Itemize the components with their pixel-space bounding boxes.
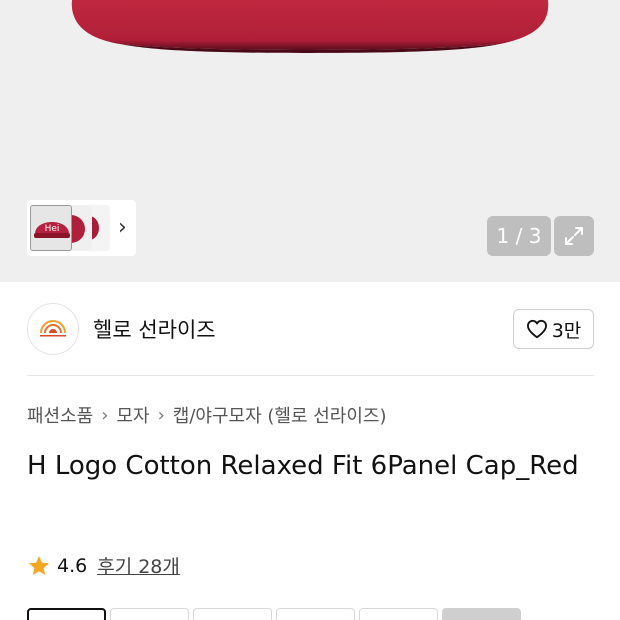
thumbnail-strip[interactable]: Hei › [27, 200, 136, 256]
product-image-gallery[interactable]: Hei › 1 / 3 [0, 0, 620, 282]
sunrise-logo-icon [40, 320, 66, 337]
chevron-right-icon: › [157, 404, 165, 426]
chevron-right-icon: › [101, 404, 109, 426]
star-icon [29, 555, 49, 575]
product-title: H Logo Cotton Relaxed Fit 6Panel Cap_Red [27, 451, 579, 481]
expand-button[interactable] [554, 216, 594, 256]
breadcrumb-item-fashion-accessories[interactable]: 패션소품 [27, 402, 93, 428]
option-chip[interactable] [359, 608, 438, 620]
breadcrumb: 패션소품 › 모자 › 캡/야구모자 (헬로 선라이즈) [27, 402, 387, 428]
divider [27, 375, 594, 376]
option-chips [27, 608, 521, 620]
thumbnail-1[interactable]: Hei [30, 205, 72, 251]
option-chip[interactable] [27, 608, 106, 620]
brand-logo[interactable] [27, 303, 79, 355]
chevron-right-icon[interactable]: › [118, 217, 127, 239]
brand-name[interactable]: 헬로 선라이즈 [93, 314, 216, 344]
option-chip[interactable] [193, 608, 272, 620]
thumbnail-logo-text: Hei [45, 224, 60, 234]
option-chip[interactable] [110, 608, 189, 620]
rating-score: 4.6 [57, 554, 88, 577]
reviews-link[interactable]: 후기 28개 [97, 552, 180, 579]
image-counter: 1 / 3 [487, 216, 551, 256]
like-button[interactable]: 3만 [513, 309, 594, 349]
option-chip[interactable] [276, 608, 355, 620]
expand-icon [565, 227, 583, 245]
heart-icon [526, 319, 547, 339]
breadcrumb-item-caps[interactable]: 캡/야구모자 (헬로 선라이즈) [173, 402, 387, 428]
breadcrumb-item-hats[interactable]: 모자 [116, 402, 149, 428]
rating-row: 4.6 후기 28개 [27, 552, 180, 579]
like-count: 3만 [551, 319, 582, 342]
brand-row: 헬로 선라이즈 3만 [27, 302, 594, 356]
option-chip[interactable] [442, 608, 521, 620]
